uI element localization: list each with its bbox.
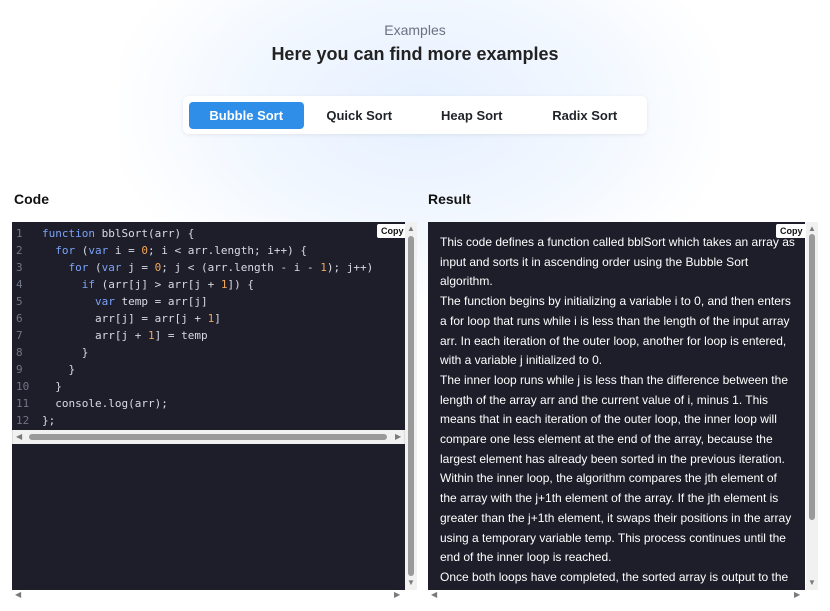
- result-paragraph: The function begins by initializing a va…: [440, 294, 791, 368]
- code-line-text: var temp = arr[j]: [94, 295, 208, 308]
- line-number: 4: [16, 278, 23, 291]
- page-header: Examples Here you can find more examples: [0, 22, 830, 65]
- code-line: 12};: [12, 412, 373, 429]
- result-copy-button[interactable]: Copy: [776, 224, 805, 238]
- code-line: 5 var temp = arr[j]: [12, 293, 373, 310]
- code-line-text: for (var i = 0; i < arr.length; i++) {: [55, 244, 307, 257]
- tab-bubble-sort[interactable]: Bubble Sort: [189, 101, 304, 129]
- line-number: 2: [16, 244, 23, 257]
- line-number: 1: [16, 227, 23, 240]
- panel-bottom-scrollbar[interactable]: ◀ ▶: [12, 590, 417, 600]
- code-line-text: }: [42, 363, 76, 376]
- result-bottom-scrollbar[interactable]: ◀ ▶: [428, 590, 830, 600]
- code-line: 6 arr[j] = arr[j + 1]: [12, 310, 373, 327]
- line-number: 5: [16, 295, 23, 308]
- code-line-text: arr[j] = arr[j + 1]: [42, 312, 221, 325]
- result-output: This code defines a function called bblS…: [428, 222, 805, 590]
- code-heading: Code: [14, 191, 49, 207]
- code-copy-button[interactable]: Copy: [377, 224, 405, 238]
- code-vertical-scrollbar[interactable]: ▲ ▼: [405, 222, 417, 590]
- scroll-down-icon[interactable]: ▼: [407, 579, 415, 587]
- line-number: 6: [16, 312, 23, 325]
- code-line-text: if (arr[j] > arr[j + 1]) {: [81, 278, 254, 291]
- line-number: 12: [16, 414, 30, 427]
- result-heading: Result: [428, 191, 471, 207]
- code-line-text: function bblSort(arr) {: [42, 227, 195, 240]
- code-horizontal-scroll-thumb[interactable]: [29, 434, 387, 440]
- page-title: Here you can find more examples: [271, 44, 559, 64]
- code-line: 9 }: [12, 361, 373, 378]
- code-line: 1 function bblSort(arr) {: [12, 225, 373, 242]
- result-vertical-scroll-thumb[interactable]: [809, 234, 815, 520]
- scroll-left-icon[interactable]: ◀: [16, 433, 22, 441]
- code-lines: 1 function bblSort(arr) { 2 for (var i = 0…: [12, 225, 373, 429]
- result-vertical-scrollbar[interactable]: ▲ ▼: [806, 222, 818, 590]
- code-line-text: };: [42, 414, 56, 427]
- code-line: 11 console.log(arr);: [12, 395, 373, 412]
- code-editor[interactable]: 1 function bblSort(arr) { 2 for (var i = 0…: [12, 222, 405, 430]
- code-vertical-scroll-thumb[interactable]: [408, 236, 414, 576]
- result-paragraph: The inner loop runs while j is less than…: [440, 372, 792, 565]
- scroll-down-icon[interactable]: ▼: [808, 579, 816, 587]
- result-text: This code defines a function called bblS…: [440, 233, 796, 588]
- code-horizontal-scrollbar[interactable]: ◀ ▶: [12, 430, 405, 444]
- code-line-text: console.log(arr);: [42, 397, 168, 410]
- scroll-left-icon[interactable]: ◀: [431, 591, 437, 599]
- scroll-right-icon[interactable]: ▶: [395, 433, 401, 441]
- line-number: 9: [16, 363, 23, 376]
- code-line: 10 }: [12, 378, 373, 395]
- code-line-text: }: [42, 346, 89, 359]
- code-output-area: [12, 444, 405, 590]
- scroll-up-icon[interactable]: ▲: [808, 225, 816, 233]
- code-line: 3 for (var j = 0; j < (arr.length - i - …: [12, 259, 373, 276]
- scroll-right-icon[interactable]: ▶: [794, 591, 800, 599]
- scroll-up-icon[interactable]: ▲: [407, 225, 415, 233]
- code-line: 2 for (var i = 0; i < arr.length; i++) {: [12, 242, 373, 259]
- sort-tab-bar: Bubble Sort Quick Sort Heap Sort Radix S…: [183, 96, 647, 134]
- line-number: 8: [16, 346, 23, 359]
- line-number: 10: [16, 380, 30, 393]
- code-line-text: }: [42, 380, 62, 393]
- scroll-right-icon[interactable]: ▶: [394, 591, 400, 599]
- result-paragraph: Once both loops have completed, the sort…: [440, 569, 789, 584]
- code-panel: 1 function bblSort(arr) { 2 for (var i = 0…: [12, 222, 417, 600]
- scroll-left-icon[interactable]: ◀: [15, 591, 21, 599]
- tab-quick-sort[interactable]: Quick Sort: [304, 102, 416, 129]
- line-number: 3: [16, 261, 23, 274]
- code-line-text: arr[j + 1] = temp: [42, 329, 208, 342]
- code-line: 8 }: [12, 344, 373, 361]
- line-number: 11: [16, 397, 30, 410]
- tab-heap-sort[interactable]: Heap Sort: [415, 102, 529, 129]
- section-eyebrow: Examples: [384, 22, 446, 38]
- code-line: 7 arr[j + 1] = temp: [12, 327, 373, 344]
- result-paragraph: This code defines a function called bblS…: [440, 235, 795, 289]
- line-number: 7: [16, 329, 23, 342]
- code-line: 4 if (arr[j] > arr[j + 1]) {: [12, 276, 373, 293]
- result-panel: This code defines a function called bblS…: [428, 222, 820, 600]
- code-line-text: for (var j = 0; j < (arr.length - i - 1)…: [68, 261, 374, 274]
- tab-radix-sort[interactable]: Radix Sort: [529, 102, 642, 129]
